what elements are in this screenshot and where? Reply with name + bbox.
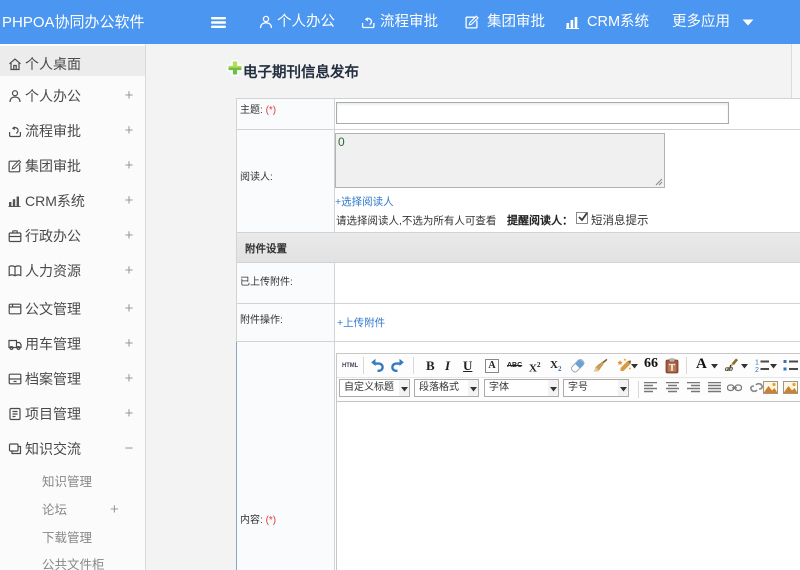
svg-text:2: 2 xyxy=(755,367,759,373)
svg-text:1: 1 xyxy=(755,360,759,367)
svg-text:T: T xyxy=(669,363,675,373)
svg-text:ab: ab xyxy=(725,364,733,373)
